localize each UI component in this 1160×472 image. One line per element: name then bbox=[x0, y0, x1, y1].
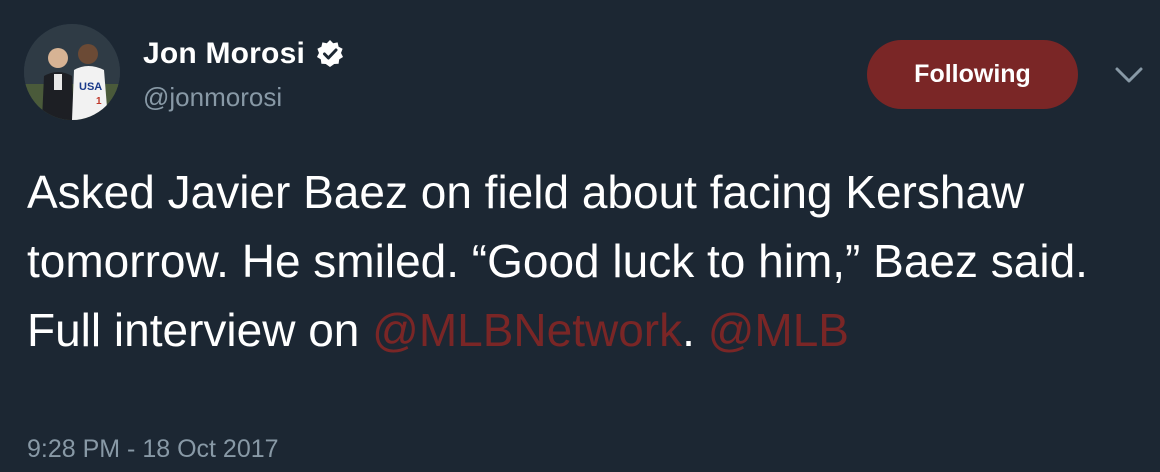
name-row: Jon Morosi bbox=[143, 34, 345, 74]
tweet-text: Asked Javier Baez on field about facing … bbox=[27, 158, 1152, 365]
tweet-text-separator: . bbox=[682, 304, 708, 356]
mention-mlb-link[interactable]: @MLB bbox=[708, 304, 849, 356]
avatar-photo: USA 1 bbox=[24, 24, 120, 120]
chevron-down-icon[interactable] bbox=[1112, 60, 1146, 90]
verified-badge-icon bbox=[315, 39, 345, 69]
following-button[interactable]: Following bbox=[867, 40, 1078, 109]
display-name[interactable]: Jon Morosi bbox=[143, 36, 305, 72]
user-handle[interactable]: @jonmorosi bbox=[143, 82, 282, 112]
svg-text:USA: USA bbox=[79, 81, 102, 93]
svg-text:1: 1 bbox=[96, 96, 102, 107]
timestamp[interactable]: 9:28 PM - 18 Oct 2017 bbox=[27, 434, 279, 464]
avatar[interactable]: USA 1 bbox=[24, 24, 120, 120]
mention-mlbnetwork-link[interactable]: @MLBNetwork bbox=[372, 304, 682, 356]
tweet-card: USA 1 Jon Morosi @jonmorosi Following As… bbox=[0, 0, 1160, 472]
